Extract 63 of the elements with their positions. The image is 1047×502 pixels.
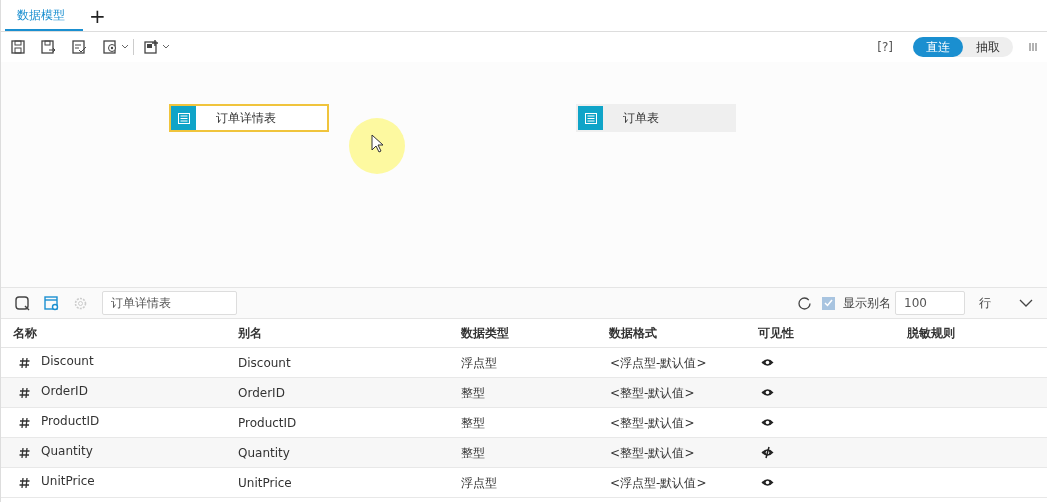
format-cell-text: <整型-默认值> xyxy=(610,384,696,402)
format-cell-text: <整型-默认值> xyxy=(610,444,696,462)
row-count-field[interactable]: 100 xyxy=(895,291,965,315)
cursor-icon xyxy=(371,134,385,154)
show-alias-label: 显示别名 xyxy=(843,295,891,312)
eye-icon[interactable] xyxy=(761,478,774,487)
number-type-icon xyxy=(19,446,30,459)
number-type-icon xyxy=(19,386,30,399)
preview-icon[interactable] xyxy=(15,295,30,311)
alias-cell-text: ProductID xyxy=(238,414,298,432)
table-name-field[interactable]: 订单详情表 xyxy=(102,291,237,315)
alias-cell-text: Quantity xyxy=(238,444,291,462)
column-header: 脱敏规则 xyxy=(907,325,957,342)
table-icon xyxy=(177,112,190,124)
number-type-icon xyxy=(19,476,30,489)
type-cell-text: 浮点型 xyxy=(461,354,498,372)
column-header: 别名 xyxy=(237,325,263,342)
column-header: 可见性 xyxy=(758,325,796,342)
format-cell-text: <整型-默认值> xyxy=(610,414,696,432)
table-icon xyxy=(584,112,597,124)
help-link[interactable]: [?] xyxy=(877,38,893,56)
row-unit-label: 行 xyxy=(979,295,991,312)
caret-icon[interactable] xyxy=(162,44,170,50)
add-table-icon[interactable] xyxy=(144,40,160,54)
eye-off-icon[interactable] xyxy=(761,446,774,459)
number-type-icon xyxy=(19,416,30,429)
eye-icon[interactable] xyxy=(761,418,774,427)
type-cell-text: 整型 xyxy=(461,414,486,432)
show-alias-checkbox[interactable] xyxy=(822,296,835,310)
alias-cell-text: UnitPrice xyxy=(238,474,293,492)
cursor-highlight xyxy=(349,118,405,174)
tab[interactable]: 数据模型 xyxy=(5,0,83,31)
mode-option[interactable]: 直连 xyxy=(913,37,963,57)
edit-check-icon[interactable] xyxy=(72,40,87,54)
column-header: 数据类型 xyxy=(460,325,510,342)
refresh-icon[interactable] xyxy=(797,295,812,311)
field-name: ProductID xyxy=(41,412,100,430)
save-icon[interactable] xyxy=(11,40,25,54)
type-cell-text: 整型 xyxy=(461,384,486,402)
eye-icon[interactable] xyxy=(761,388,774,397)
type-cell-text: 浮点型 xyxy=(461,474,498,492)
settings-icon[interactable] xyxy=(103,40,119,54)
column-header: 数据格式 xyxy=(609,325,659,342)
format-cell-text: <浮点型-默认值> xyxy=(610,354,708,372)
mode-option[interactable]: 抽取 xyxy=(963,37,1013,57)
number-type-icon xyxy=(19,356,30,369)
table-node[interactable]: 订单详情表 xyxy=(169,104,329,132)
eye-icon[interactable] xyxy=(761,358,774,367)
format-cell-text: <浮点型-默认值> xyxy=(610,474,708,492)
table-settings-icon[interactable] xyxy=(44,295,59,311)
table-node[interactable]: 订单表 xyxy=(576,104,736,132)
alias-cell-text: Discount xyxy=(238,354,292,372)
field-name: OrderID xyxy=(41,382,88,400)
caret-icon[interactable] xyxy=(121,44,129,50)
add-tab-button[interactable]: + xyxy=(89,0,106,31)
field-name: UnitPrice xyxy=(41,472,95,490)
save-as-icon[interactable] xyxy=(41,40,56,54)
type-cell-text: 整型 xyxy=(461,444,486,462)
column-header: 名称 xyxy=(13,325,38,342)
collapse-chevron-icon[interactable] xyxy=(1019,299,1033,307)
field-name: Quantity xyxy=(41,442,93,460)
alias-cell-text: OrderID xyxy=(238,384,286,402)
field-name: Discount xyxy=(41,352,94,370)
